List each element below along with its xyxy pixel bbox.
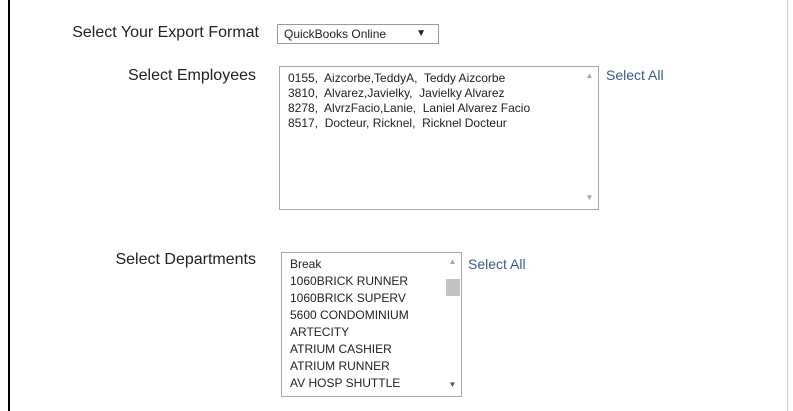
scroll-down-icon[interactable]: ▼ <box>444 378 461 392</box>
scroll-down-icon[interactable]: ▼ <box>581 191 598 205</box>
employee-option[interactable]: 8278, AlvrzFacio,Lanie, Laniel Alvarez F… <box>288 101 530 116</box>
employees-listbox[interactable]: 0155, Aizcorbe,TeddyA, Teddy Aizcorbe 38… <box>279 66 599 210</box>
employees-select-all-link[interactable]: Select All <box>606 67 664 83</box>
department-option[interactable]: ATRIUM RUNNER <box>290 358 409 375</box>
export-format-select[interactable]: QuickBooks Online ▼ <box>277 24 439 44</box>
page-right-border <box>787 0 788 411</box>
dropdown-arrow-icon: ▼ <box>416 28 426 39</box>
department-option[interactable]: Break <box>290 256 409 273</box>
employee-option[interactable]: 8517, Docteur, Ricknel, Ricknel Docteur <box>288 116 530 131</box>
scroll-up-icon[interactable]: ▲ <box>444 255 461 269</box>
page-left-border <box>8 0 10 411</box>
department-option[interactable]: 1060BRICK SUPERV <box>290 290 409 307</box>
employees-scrollbar[interactable]: ▲ ▼ <box>581 67 598 209</box>
departments-scrollbar[interactable]: ▲ ▼ <box>444 253 461 396</box>
departments-label: Select Departments <box>115 251 256 268</box>
employee-option[interactable]: 0155, Aizcorbe,TeddyA, Teddy Aizcorbe <box>288 71 530 86</box>
department-option[interactable]: AV HOSP SHUTTLE <box>290 375 409 392</box>
department-option[interactable]: ARTECITY <box>290 324 409 341</box>
scroll-thumb[interactable] <box>446 279 460 296</box>
departments-listbox[interactable]: Break 1060BRICK RUNNER 1060BRICK SUPERV … <box>281 252 462 397</box>
employees-label: Select Employees <box>127 67 256 84</box>
department-option[interactable]: 1060BRICK RUNNER <box>290 273 409 290</box>
scroll-up-icon[interactable]: ▲ <box>581 69 598 83</box>
department-option[interactable]: 5600 CONDOMINIUM <box>290 307 409 324</box>
departments-list: Break 1060BRICK RUNNER 1060BRICK SUPERV … <box>290 256 409 392</box>
employees-list: 0155, Aizcorbe,TeddyA, Teddy Aizcorbe 38… <box>288 71 530 131</box>
export-format-value: QuickBooks Online <box>284 27 387 41</box>
employee-option[interactable]: 3810, Alvarez,Javielky, Javielky Alvarez <box>288 86 530 101</box>
department-option[interactable]: ATRIUM CASHIER <box>290 341 409 358</box>
departments-select-all-link[interactable]: Select All <box>468 256 526 272</box>
export-format-label: Select Your Export Format <box>72 24 259 41</box>
